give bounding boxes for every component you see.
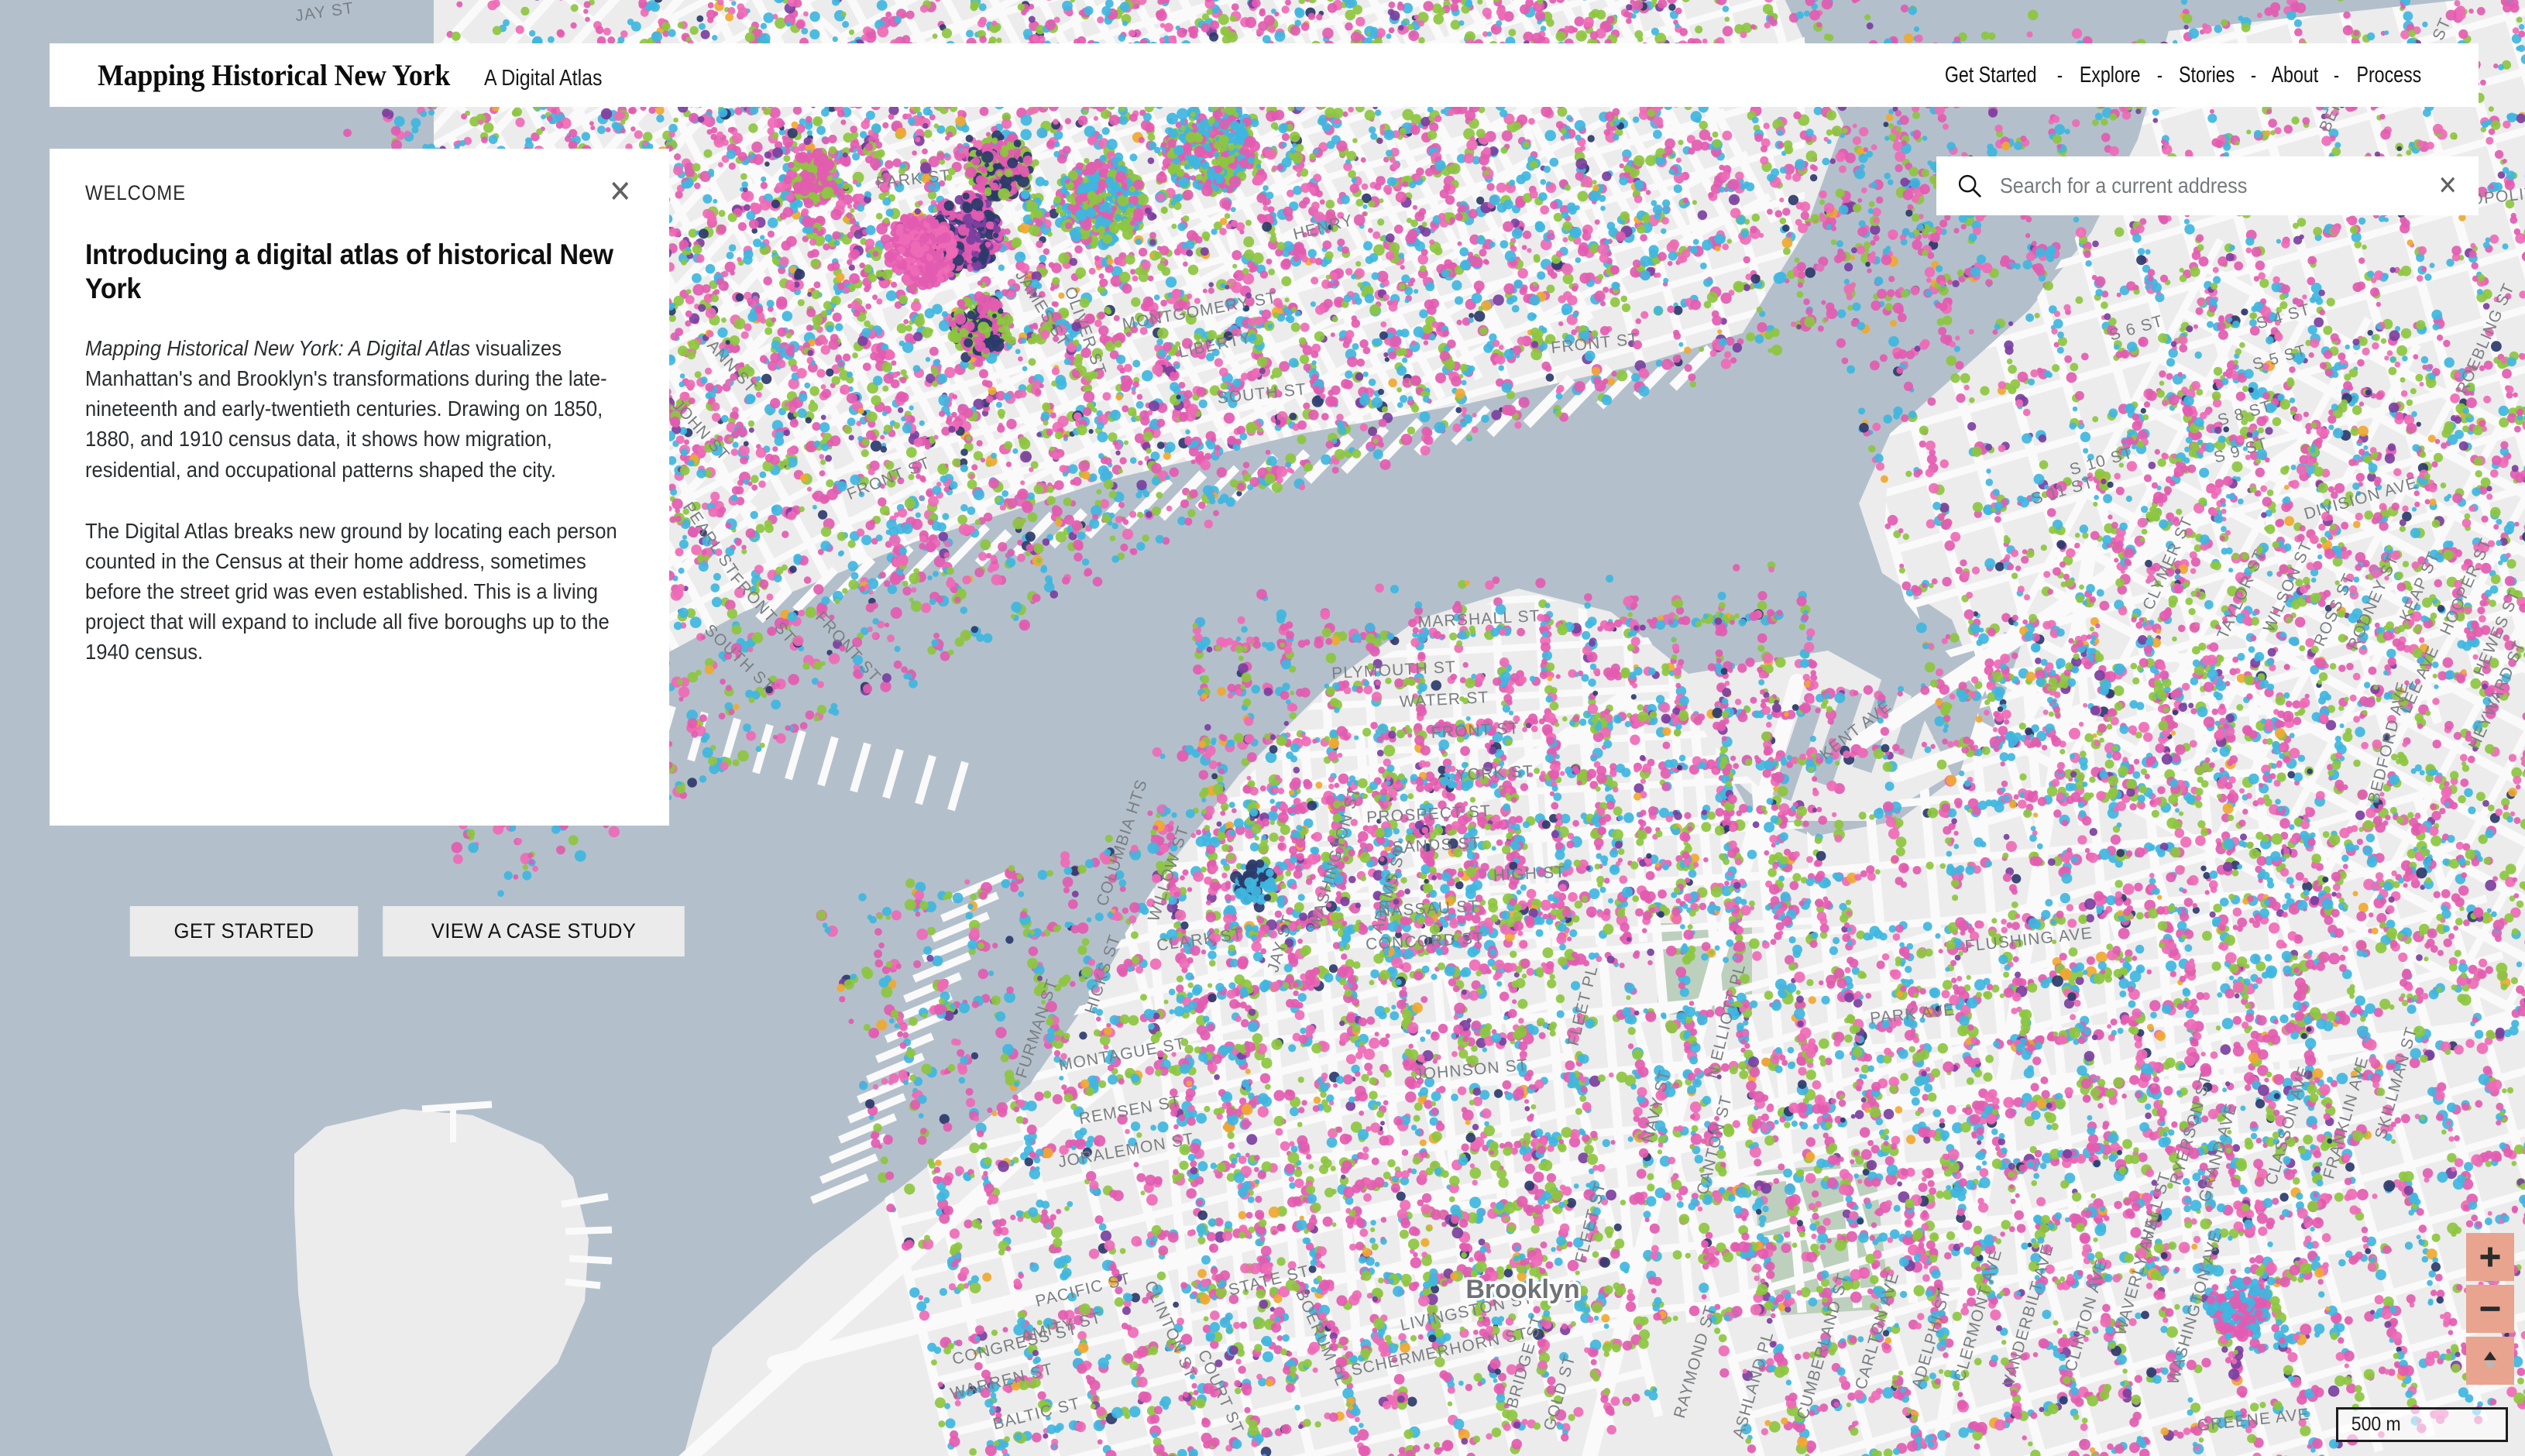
tilt-compass-button[interactable]: [2466, 1337, 2514, 1385]
nav-separator: -: [2245, 64, 2262, 88]
address-search-bar[interactable]: Search for a current address ✕: [1936, 156, 2479, 215]
nav-item-stories[interactable]: Stories: [2178, 63, 2235, 88]
welcome-paragraph-1: Mapping Historical New York: A Digital A…: [85, 333, 636, 484]
welcome-paragraph-1-italic: Mapping Historical New York: A Digital A…: [85, 336, 470, 360]
map-zoom-controls[interactable]: [2466, 1233, 2514, 1385]
nav-item-about[interactable]: About: [2271, 63, 2319, 88]
nav-separator: -: [2151, 64, 2169, 88]
search-input[interactable]: Search for a current address: [2000, 173, 2377, 198]
welcome-heading: Introducing a digital atlas of historica…: [85, 238, 635, 305]
app-root: JAY ST PARK ST ANN ST JOHN ST PEARL ST FRONT …: [0, 0, 2525, 1456]
welcome-paragraph-2: The Digital Atlas breaks new ground by l…: [85, 516, 636, 667]
site-header: Mapping Historical New York A Digital At…: [50, 43, 2479, 107]
site-subtitle: A Digital Atlas: [484, 66, 603, 91]
welcome-panel: WELCOME ✕ Introducing a digital atlas of…: [50, 149, 685, 956]
view-case-study-button[interactable]: VIEW A CASE STUDY: [383, 906, 685, 956]
clear-search-icon[interactable]: ✕: [2437, 170, 2458, 201]
nav-item-explore[interactable]: Explore: [2079, 63, 2141, 88]
search-icon: [1958, 174, 1981, 197]
nav-item-get-started[interactable]: Get Started: [1944, 63, 2037, 88]
compass-tilt-icon: [2484, 1351, 2496, 1369]
nav-item-process[interactable]: Process: [2356, 63, 2422, 88]
street-label: HIGH ST: [1493, 864, 1566, 885]
welcome-actions: GET STARTED VIEW A CASE STUDY: [124, 906, 692, 956]
close-icon[interactable]: ✕: [609, 177, 632, 208]
map-scale-bar: 500 m: [2336, 1407, 2508, 1442]
nav-separator: -: [2051, 64, 2069, 88]
main-nav[interactable]: Get Started - Explore - Stories - About - Proces…: [1932, 63, 2431, 88]
zoom-in-button[interactable]: [2466, 1233, 2514, 1281]
plus-icon: [2480, 1247, 2500, 1267]
nav-separator: -: [2327, 64, 2345, 88]
scale-label: 500 m: [2352, 1413, 2401, 1436]
city-label: Brooklyn: [1465, 1275, 1579, 1304]
brand[interactable]: Mapping Historical New York A Digital At…: [98, 58, 621, 93]
site-title: Mapping Historical New York: [98, 58, 450, 93]
welcome-header: WELCOME ✕: [85, 177, 634, 208]
zoom-out-button[interactable]: [2466, 1285, 2514, 1333]
minus-icon: [2480, 1307, 2500, 1311]
welcome-eyebrow: WELCOME: [85, 181, 186, 205]
get-started-button[interactable]: GET STARTED: [129, 906, 359, 956]
